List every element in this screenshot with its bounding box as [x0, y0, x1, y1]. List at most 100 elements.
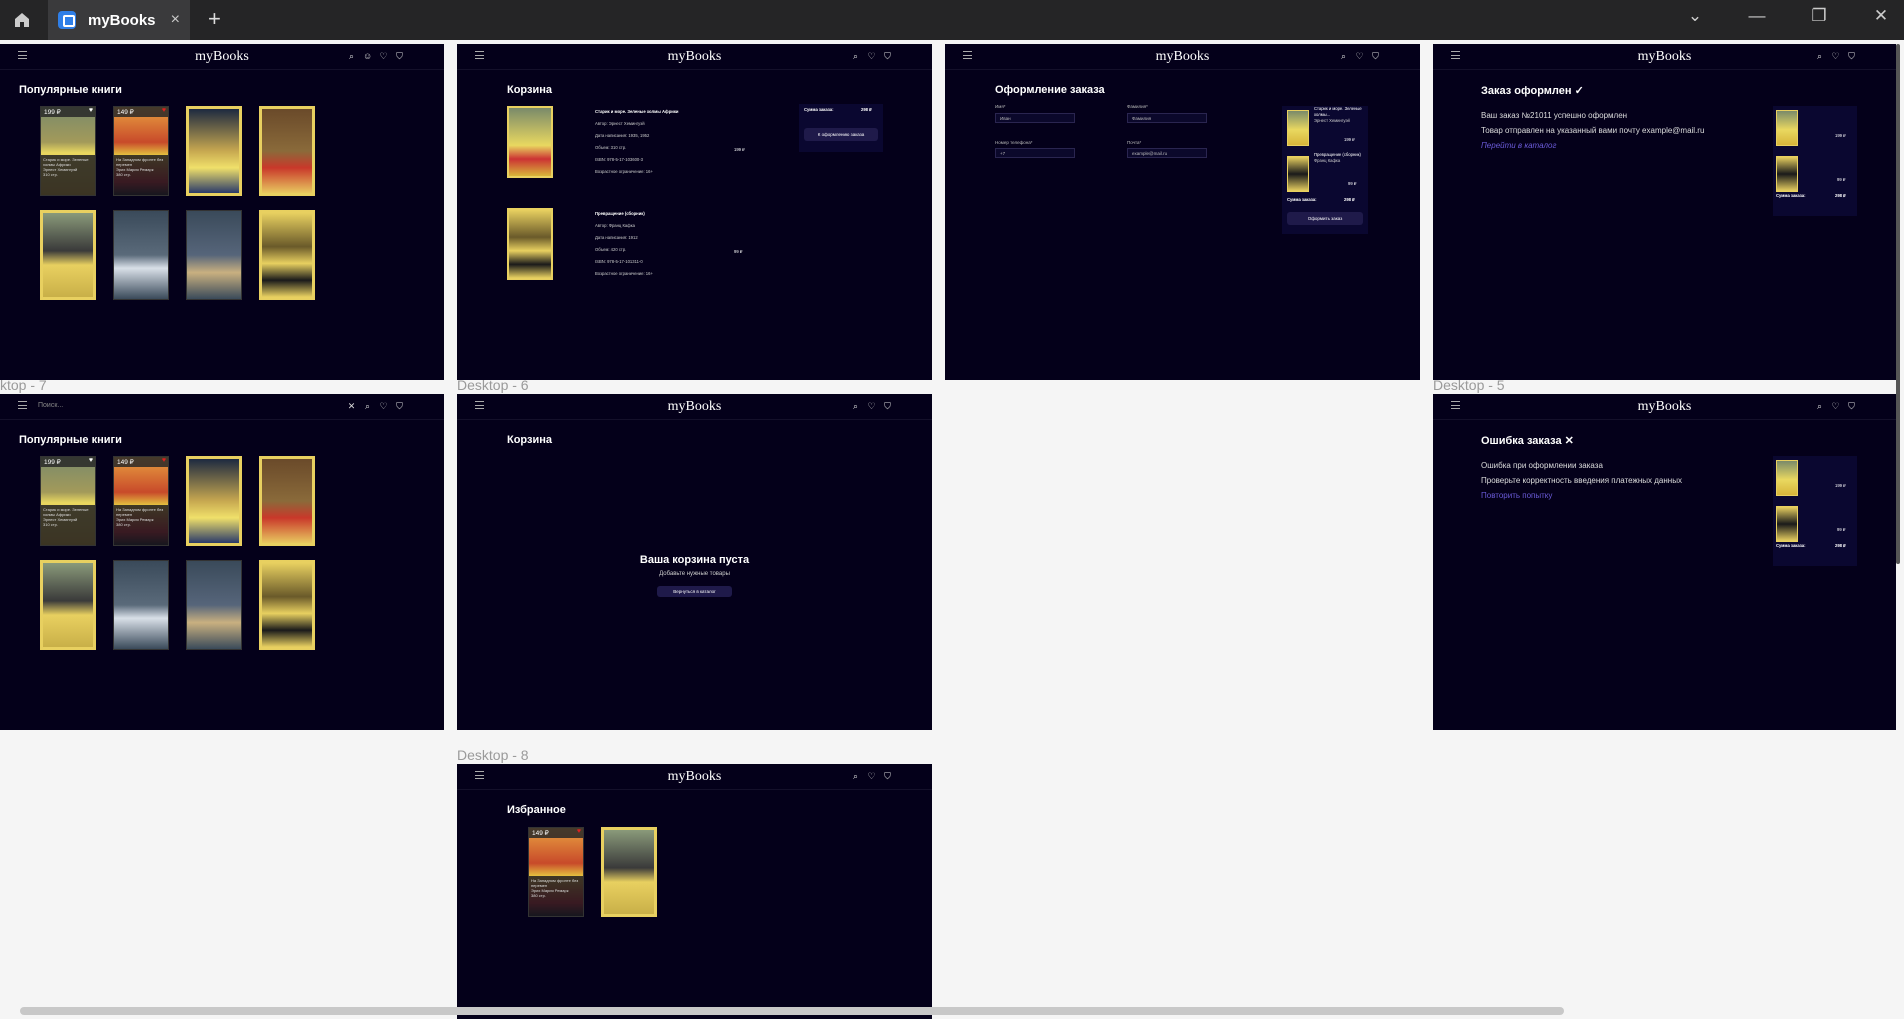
close-window-button[interactable]: ✕: [1869, 6, 1893, 26]
book-card[interactable]: [186, 456, 242, 546]
search-icon[interactable]: ⌕: [347, 51, 356, 62]
close-icon[interactable]: ✕: [347, 401, 356, 412]
new-tab-button[interactable]: +: [208, 6, 221, 32]
heart-icon[interactable]: ♡: [1831, 51, 1840, 62]
empty-heading: Ваша корзина пуста: [639, 554, 750, 566]
cart-icon[interactable]: ⛉: [1847, 51, 1856, 62]
search-icon[interactable]: ⌕: [1815, 401, 1824, 412]
sum-label: Сумма заказа:: [1287, 197, 1317, 202]
book-card[interactable]: [40, 210, 96, 300]
book-card[interactable]: [186, 210, 242, 300]
email-input[interactable]: example@mail.ru: [1127, 148, 1207, 158]
book-card[interactable]: 199 ₽ ♥ Старик и море. Зеленые холмы Африк…: [40, 106, 96, 196]
search-icon[interactable]: ⌕: [851, 51, 860, 62]
book-card[interactable]: 149 ₽ ♥ На Западном фронте без перемен Эрих…: [113, 106, 169, 196]
price-badge: 149 ₽: [114, 107, 168, 117]
error-line2: Проверьте корректность введения платежны…: [1481, 476, 1682, 485]
favorites-grid: 149 ₽ ♥ На Западном фронте без перемен Эрих…: [528, 827, 803, 917]
book-info: Старик и море. Зеленые холмы Африки Эрнес…: [41, 505, 95, 545]
name-input[interactable]: Иван: [995, 113, 1075, 123]
order-item-name: Старик и море. Зеленые холмы...: [1314, 106, 1362, 117]
heart-icon[interactable]: ♡: [867, 401, 876, 412]
heart-icon[interactable]: ♡: [379, 401, 388, 412]
book-card[interactable]: 149 ₽ ♥ На Западном фронте без перемен Эрих…: [528, 827, 584, 917]
book-card[interactable]: [113, 560, 169, 650]
book-title: На Западном фронте без перемен: [531, 878, 579, 888]
home-button[interactable]: [8, 7, 36, 33]
cart-icon[interactable]: ⛉: [883, 771, 892, 782]
page-title: Популярные книги: [19, 434, 122, 446]
cart-icon[interactable]: ⛉: [395, 401, 404, 412]
heart-icon[interactable]: ♡: [867, 771, 876, 782]
heart-icon[interactable]: ♥: [162, 457, 166, 464]
book-card[interactable]: [259, 560, 315, 650]
catalog-link[interactable]: Перейти в каталог: [1481, 138, 1704, 153]
sum-label: Сумма заказа:: [1776, 193, 1806, 198]
sum-label: Сумма заказа:: [804, 107, 834, 112]
heart-icon[interactable]: ♡: [1831, 401, 1840, 412]
heart-icon[interactable]: ♡: [1355, 51, 1364, 62]
book-card[interactable]: [601, 827, 657, 917]
search-icon[interactable]: ⌕: [851, 771, 860, 782]
cart-icon[interactable]: ⛉: [1847, 401, 1856, 412]
book-card[interactable]: [186, 560, 242, 650]
close-tab-button[interactable]: ×: [171, 11, 180, 29]
heart-icon[interactable]: ♥: [89, 107, 93, 114]
minimize-button[interactable]: —: [1745, 6, 1769, 26]
page-title: Оформление заказа: [995, 84, 1105, 96]
heart-icon[interactable]: ♥: [577, 828, 581, 835]
heart-icon[interactable]: ♥: [162, 107, 166, 114]
heart-icon[interactable]: ♡: [379, 51, 388, 62]
cart-item-details: Превращение (сборник) Автор: Франц Кафка…: [595, 208, 653, 280]
success-title: Заказ оформлен: [1481, 85, 1572, 97]
cart-icon[interactable]: ⛉: [883, 401, 892, 412]
cart-icon[interactable]: ⛉: [395, 51, 404, 62]
check-icon: ✓: [1574, 85, 1584, 97]
search-icon[interactable]: ⌕: [363, 401, 372, 412]
place-order-button[interactable]: Оформить заказ: [1287, 212, 1363, 225]
surname-input[interactable]: Фамилия: [1127, 113, 1207, 123]
tab-mybooks[interactable]: myBooks ×: [48, 0, 190, 40]
book-card[interactable]: 149 ₽ ♥ На Западном фронте без перемен Эрих…: [113, 456, 169, 546]
frame-empty-cart: myBooks ⌕ ♡ ⛉ Корзина Ваша корзина пуста Д…: [457, 394, 932, 730]
restore-button[interactable]: ❐: [1807, 6, 1831, 26]
success-line2: Товар отправлен на указанный вами почту …: [1481, 126, 1705, 135]
cart-item-details: Старик и море. Зеленые холмы Африки Авто…: [595, 106, 679, 178]
cart-item-price: 99 ₽: [734, 249, 743, 254]
book-card[interactable]: 199 ₽ ♥ Старик и море. Зеленые холмы Африк…: [40, 456, 96, 546]
vertical-scrollbar[interactable]: [1896, 44, 1900, 564]
checkout-button[interactable]: К оформлению заказа: [804, 128, 878, 141]
book-card[interactable]: [113, 210, 169, 300]
book-card[interactable]: [259, 456, 315, 546]
price-badge: 149 ₽: [529, 828, 583, 838]
cart-icon[interactable]: ⛉: [883, 51, 892, 62]
phone-label: Номер телефона*: [995, 140, 1033, 145]
menu-icon[interactable]: [18, 401, 27, 409]
header: myBooks ⌕ ♡ ⛉: [945, 44, 1420, 70]
cart-icon[interactable]: ⛉: [1371, 51, 1380, 62]
book-card[interactable]: [186, 106, 242, 196]
cart-item-price: 199 ₽: [734, 147, 745, 152]
book-card[interactable]: [40, 560, 96, 650]
frame-error: myBooks ⌕ ♡ ⛉ Ошибка заказа ✕ Ошибка при о…: [1433, 394, 1896, 730]
order-summary: Старик и море. Зеленые холмы... Эрнест Хе…: [1282, 106, 1368, 234]
search-icon[interactable]: ⌕: [1815, 51, 1824, 62]
search-icon[interactable]: ⌕: [851, 401, 860, 412]
phone-input[interactable]: +7: [995, 148, 1075, 158]
cart-item-isbn: ISBN: 978-5-17-103600-3: [595, 157, 643, 162]
book-card[interactable]: [259, 106, 315, 196]
retry-link[interactable]: Повторить попытку: [1481, 488, 1682, 503]
dropdown-button[interactable]: ⌄: [1683, 6, 1707, 26]
profile-icon[interactable]: ☺: [363, 51, 372, 62]
back-to-catalog-button[interactable]: Вернуться в каталог: [657, 586, 732, 597]
heart-icon[interactable]: ♥: [89, 457, 93, 464]
sum-label: Сумма заказа:: [1776, 543, 1806, 548]
book-card[interactable]: [259, 210, 315, 300]
horizontal-scrollbar[interactable]: [20, 1007, 1564, 1015]
search-input[interactable]: Поиск...: [38, 402, 63, 409]
cart-item-cover: [507, 106, 553, 178]
cart-item-pages: Объем: 310 стр.: [595, 145, 627, 150]
search-icon[interactable]: ⌕: [1339, 51, 1348, 62]
heart-icon[interactable]: ♡: [867, 51, 876, 62]
cart-summary: Сумма заказа: 298 ₽ К оформлению заказа: [799, 104, 883, 152]
